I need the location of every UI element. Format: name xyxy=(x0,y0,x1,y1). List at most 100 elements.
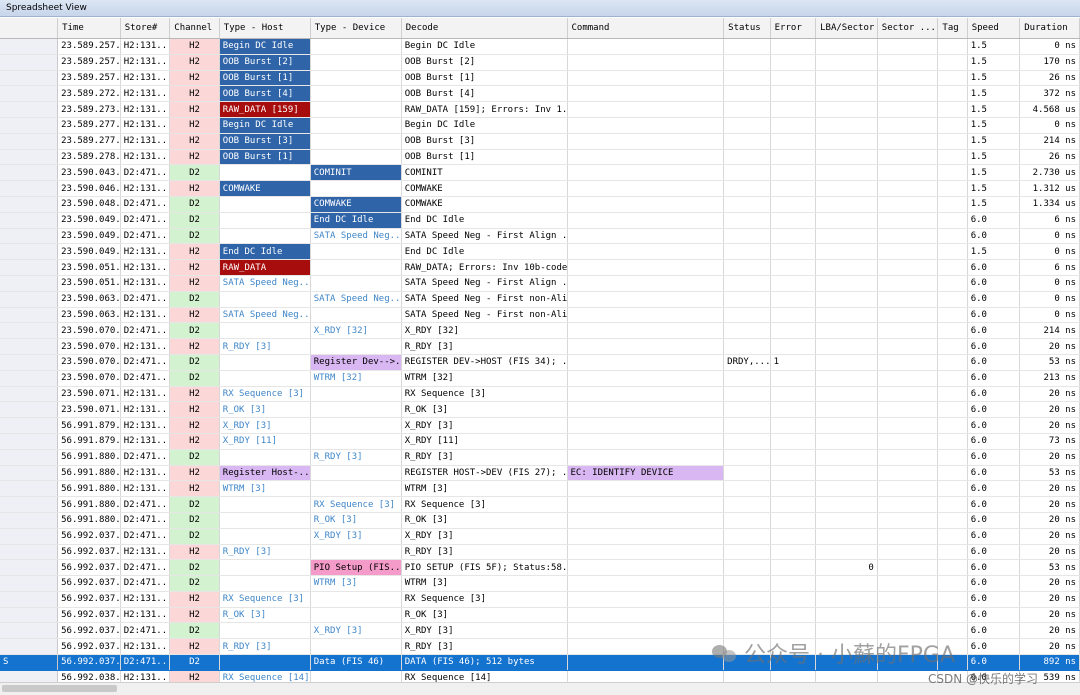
table-row[interactable]: 23.589.278.0 H2:131... H2 OOB Burst [1] OOB … xyxy=(0,149,1080,166)
column-header[interactable]: Status xyxy=(723,18,771,39)
column-header[interactable]: LBA/Sector xyxy=(815,18,878,39)
table-row[interactable]: 23.590.051.5 H2:131... H2 SATA Speed Neg...… xyxy=(0,275,1080,292)
table-row[interactable]: 56.991.880.0 D2:471... D2 R_RDY [3] R_RDY [3… xyxy=(0,449,1080,466)
tag-cell xyxy=(937,291,968,308)
table-row[interactable]: 23.589.272.7 H2:131... H2 OOB Burst [4] OOB … xyxy=(0,85,1080,103)
column-header[interactable]: Tag xyxy=(937,18,968,39)
decode-cell: R_RDY [3] xyxy=(401,544,568,561)
table-row[interactable]: 23.590.048.1 D2:471... D2 COMWAKE COMWAKE 1.5… xyxy=(0,196,1080,213)
table-row[interactable]: 56.991.880.2 H2:131... H2 Register Host-...… xyxy=(0,465,1080,482)
table-row[interactable]: 56.992.037.3 H2:131... H2 R_OK [3] R_OK [3] 6… xyxy=(0,607,1080,624)
duration-cell: 20 ns xyxy=(1019,338,1080,355)
table-row[interactable]: 23.590.063.8 H2:131... H2 SATA Speed Neg...… xyxy=(0,307,1080,324)
column-header[interactable]: Command xyxy=(567,18,725,39)
table-row[interactable]: 56.991.879.7 H2:131... H2 X_RDY [11] X_RDY [… xyxy=(0,433,1080,450)
time-cell: 23.589.277.7 xyxy=(57,117,121,134)
table-row[interactable]: 23.590.043.6 D2:471... D2 COMINIT COMINIT 1.5… xyxy=(0,164,1080,182)
table-row[interactable]: 23.589.277.7 H2:131... H2 Begin DC Idle Begi… xyxy=(0,117,1080,134)
store-cell: D2:471... xyxy=(120,559,171,577)
decode-cell: X_RDY [3] xyxy=(401,622,568,640)
command-cell xyxy=(567,607,725,624)
duration-cell: 20 ns xyxy=(1019,622,1080,640)
table-row[interactable]: 23.590.063.7 D2:471... D2 SATA Speed Neg...… xyxy=(0,291,1080,308)
table-row[interactable]: 23.590.049.5 D2:471... D2 SATA Speed Neg...… xyxy=(0,228,1080,245)
column-header[interactable]: Sector ... xyxy=(877,18,939,39)
column-header[interactable] xyxy=(0,18,59,39)
table-row[interactable]: 23.590.051.5 H2:131... H2 RAW_DATA RAW_DATA;… xyxy=(0,259,1080,276)
channel-cell: H2 xyxy=(169,38,220,55)
table-row[interactable]: 56.992.038.0 H2:131... H2 RX Sequence [14] R… xyxy=(0,670,1080,682)
column-header[interactable]: Error xyxy=(770,18,817,39)
table-row[interactable]: 23.590.046.6 H2:131... H2 COMWAKE COMWAKE 1.5… xyxy=(0,180,1080,197)
row-marker xyxy=(0,85,59,103)
table-row[interactable]: 56.991.880.3 D2:471... D2 R_OK [3] R_OK [3] 6… xyxy=(0,512,1080,529)
type-host-cell: R_RDY [3] xyxy=(219,338,311,355)
table-row[interactable]: 23.589.257.3 H2:131... H2 OOB Burst [2] OOB … xyxy=(0,54,1080,71)
column-header[interactable]: Channel xyxy=(169,18,220,39)
table-row[interactable]: 56.991.880.2 D2:471... D2 RX Sequence [3] RX… xyxy=(0,496,1080,513)
time-cell: 23.590.070.9 xyxy=(57,354,121,371)
decode-cell: X_RDY [3] xyxy=(401,528,568,545)
type-device-cell xyxy=(310,117,402,134)
table-row[interactable]: 56.992.037.2 D2:471... D2 PIO Setup (FIS...… xyxy=(0,559,1080,577)
row-marker xyxy=(0,133,59,150)
lba-sector-cell xyxy=(815,164,878,182)
table-row[interactable]: 23.590.070.8 H2:131... H2 R_RDY [3] R_RDY [3… xyxy=(0,338,1080,355)
channel-cell: H2 xyxy=(169,591,220,608)
channel-cell: H2 xyxy=(169,133,220,150)
speed-cell: 6.0 xyxy=(967,291,1021,308)
table-row[interactable]: 23.590.049.5 D2:471... D2 End DC Idle End DC… xyxy=(0,212,1080,229)
table-row[interactable]: 56.991.879.2 H2:131... H2 X_RDY [3] X_RDY [3… xyxy=(0,417,1080,434)
column-header[interactable]: Time xyxy=(57,18,121,39)
command-cell xyxy=(567,401,725,419)
table-row[interactable]: 56.992.037.1 H2:131... H2 R_RDY [3] R_RDY [3… xyxy=(0,544,1080,561)
table-row[interactable]: 23.590.070.9 D2:471... D2 WTRM [32] WTRM [32… xyxy=(0,370,1080,387)
column-header[interactable]: Store# xyxy=(120,18,171,39)
table-row[interactable]: 23.590.070.7 D2:471... D2 X_RDY [32] X_RDY [… xyxy=(0,322,1080,340)
table-row[interactable]: 23.590.071.1 H2:131... H2 R_OK [3] R_OK [3] 6… xyxy=(0,401,1080,419)
table-row[interactable]: 56.991.880.2 H2:131... H2 WTRM [3] WTRM [3] 6… xyxy=(0,480,1080,498)
table-row[interactable]: 56.992.037.3 H2:131... H2 RX Sequence [3] RX… xyxy=(0,591,1080,608)
column-header[interactable]: Decode xyxy=(401,18,568,39)
store-cell: D2:471... xyxy=(120,370,171,387)
error-cell xyxy=(770,149,817,166)
tag-cell xyxy=(937,101,968,118)
command-cell xyxy=(567,180,725,197)
type-host-cell: Begin DC Idle xyxy=(219,117,311,134)
table-row[interactable]: 56.992.037.0 D2:471... D2 X_RDY [3] X_RDY [3… xyxy=(0,528,1080,545)
column-header[interactable]: Type - Host xyxy=(219,18,311,39)
channel-cell: D2 xyxy=(169,322,220,340)
sector-count-cell xyxy=(877,243,939,261)
status-cell xyxy=(723,85,771,103)
type-device-cell: WTRM [32] xyxy=(310,370,402,387)
column-header[interactable]: Type - Device xyxy=(310,18,402,39)
spreadsheet-grid[interactable]: Time Store# Channel Type - Host Type - Devic… xyxy=(0,18,1080,682)
column-header[interactable]: Duration xyxy=(1019,18,1080,39)
table-row[interactable]: 23.589.257.6 H2:131... H2 OOB Burst [1] OOB … xyxy=(0,70,1080,87)
decode-cell: REGISTER DEV->HOST (FIS 34); ... xyxy=(401,354,568,371)
tag-cell xyxy=(937,259,968,276)
table-row[interactable]: 23.590.070.9D2:471...D2 Register Dev-->..… xyxy=(0,354,1080,371)
error-cell xyxy=(770,607,817,624)
duration-cell: 213 ns xyxy=(1019,370,1080,387)
duration-cell: 53 ns xyxy=(1019,559,1080,577)
store-cell: H2:131... xyxy=(120,54,171,71)
duration-cell: 4.568 us xyxy=(1019,101,1080,118)
tag-cell xyxy=(937,228,968,245)
scrollbar-thumb[interactable] xyxy=(2,685,117,692)
status-cell xyxy=(723,70,771,87)
channel-cell: H2 xyxy=(169,85,220,103)
table-row[interactable]: 23.590.071.0 H2:131... H2 RX Sequence [3] RX… xyxy=(0,386,1080,403)
column-header[interactable]: Speed xyxy=(967,18,1021,39)
type-host-cell: WTRM [3] xyxy=(219,480,311,498)
table-row[interactable]: 23.589.257.3 H2:131... H2 Begin DC Idle Begi… xyxy=(0,38,1080,55)
table-row[interactable]: 23.589.273.0 H2:131... H2 RAW_DATA [159] RAW… xyxy=(0,101,1080,118)
speed-cell: 1.5 xyxy=(967,149,1021,166)
table-row[interactable]: 56.992.037.2 D2:471... D2 WTRM [3] WTRM [3] 6… xyxy=(0,575,1080,592)
duration-cell: 20 ns xyxy=(1019,638,1080,656)
table-row[interactable]: 23.589.277.7 H2:131... H2 OOB Burst [3] OOB … xyxy=(0,133,1080,150)
horizontal-scrollbar[interactable] xyxy=(0,682,1080,695)
decode-cell: RX Sequence [3] xyxy=(401,496,568,513)
decode-cell: SATA Speed Neg - First non-Align xyxy=(401,307,568,324)
table-row[interactable]: 23.590.049.7 H2:131... H2 End DC Idle End DC… xyxy=(0,243,1080,261)
